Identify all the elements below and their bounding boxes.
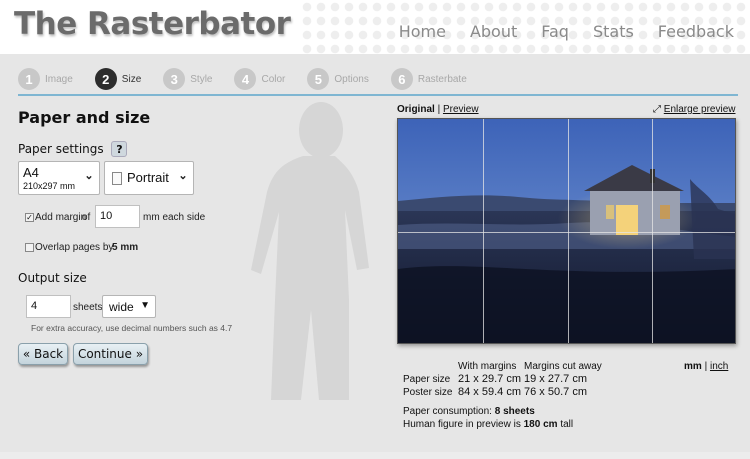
step-number: 4 [234,68,257,90]
step-options[interactable]: 5 Options [307,68,369,90]
sheets-input[interactable]: 4 [26,295,71,318]
grid-line-vertical [652,119,653,343]
direction-value: wide [109,300,134,314]
step-label: Rasterbate [417,73,467,85]
back-button[interactable]: « Back [18,343,68,365]
human-label: Human figure in preview is [403,419,521,430]
step-label: Color [261,73,286,85]
preview-mode-tabs: Original | Preview [397,104,479,115]
portrait-page-icon [112,172,122,185]
tab-preview[interactable]: Preview [443,104,479,115]
human-suffix: tall [560,419,574,430]
col-with-margins: With margins [458,361,517,372]
step-number: 1 [18,68,40,90]
step-number: 3 [163,68,186,90]
expand-icon: ⤢ [653,104,661,115]
human-silhouette-icon [251,102,369,400]
paper-size-label: Paper size [403,374,451,385]
image-preview[interactable] [397,118,736,344]
paper-settings-label: Paper settings [18,142,104,156]
consumption-value: 8 sheets [494,406,535,417]
grid-line-vertical [483,119,484,343]
of-label: of [82,212,91,223]
help-icon[interactable]: ? [111,141,128,157]
steps-divider [18,94,738,96]
paper-size-select[interactable]: A4 210x297 mm ⌄ [18,161,100,195]
paper-size-dims: 210x297 mm [23,181,76,191]
add-margin-label: Add margin [35,212,87,223]
footer-strip [0,452,750,459]
unit-switch: mm | inch [684,361,728,372]
poster-size-label: Poster size [403,387,453,398]
grid-line-horizontal [398,232,735,233]
chevron-down-icon: ⌄ [84,170,94,182]
tab-original[interactable]: Original [397,104,435,115]
nav-stats[interactable]: Stats [593,22,634,41]
unit-mm[interactable]: mm [684,361,702,372]
nav-faq[interactable]: Faq [541,22,569,41]
dropdown-arrow-icon: ▼ [140,300,150,311]
margin-input[interactable]: 10 [95,205,140,228]
nav-about[interactable]: About [470,22,517,41]
step-image[interactable]: 1 Image [18,68,73,90]
human-figure-note: Human figure in preview is 180 cm tall [403,419,573,430]
overlap-label: Overlap pages by [35,242,114,253]
step-size[interactable]: 2 Size [94,68,142,90]
wizard-steps: 1 Image 2 Size 3 Style 4 Color 5 Options… [18,65,738,93]
poster-size-with: 84 x 59.4 cm [458,386,521,398]
paper-settings-heading: Paper settings ? [18,141,128,157]
overlap-checkbox[interactable] [25,243,34,252]
consumption-label: Paper consumption: [403,406,492,417]
step-color[interactable]: 4 Color [234,68,285,90]
step-number: 6 [390,68,413,90]
col-margins-cut: Margins cut away [524,361,602,372]
add-margin-checkbox[interactable]: ✓ [25,213,34,222]
grid-line-vertical [568,119,569,343]
nav-feedback[interactable]: Feedback [658,22,734,41]
unit-inch[interactable]: inch [710,361,728,372]
step-rasterbate[interactable]: 6 Rasterbate [390,68,467,90]
step-style[interactable]: 3 Style [163,68,212,90]
tab-separator: | [437,104,441,115]
orientation-value: Portrait [127,170,169,185]
page-title: Paper and size [18,108,151,127]
overlap-value: 5 mm [112,242,139,253]
sheets-label: sheets [73,302,103,313]
step-label: Style [190,73,213,85]
human-value: 180 cm [523,419,558,430]
paper-size-cut: 19 x 27.7 cm [524,373,587,385]
paper-size-name: A4 [23,165,39,180]
header: The Rasterbator Home About Faq Stats Fee… [0,0,750,54]
step-number: 2 [94,68,117,90]
step-label: Size [121,73,142,85]
paper-size-with: 21 x 29.7 cm [458,373,521,385]
site-logo[interactable]: The Rasterbator [14,6,291,42]
enlarge-preview-label: Enlarge preview [663,104,736,115]
continue-button[interactable]: Continue » [73,343,148,365]
poster-size-cut: 76 x 50.7 cm [524,386,587,398]
chevron-down-icon: ⌄ [178,170,188,182]
unit-separator: | [704,361,708,372]
margin-unit-label: mm each side [143,212,206,223]
orientation-select[interactable]: Portrait ⌄ [104,161,194,195]
output-size-heading: Output size [18,271,87,285]
nav-home[interactable]: Home [399,22,446,41]
step-label: Options [334,73,369,85]
direction-select[interactable]: wide ▼ [102,295,156,318]
enlarge-preview-link[interactable]: ⤢ Enlarge preview [653,104,736,115]
step-number: 5 [307,68,330,90]
paper-consumption: Paper consumption: 8 sheets [403,406,535,417]
accuracy-note: For extra accuracy, use decimal numbers … [31,323,233,333]
main-nav: Home About Faq Stats Feedback [375,22,734,41]
step-label: Image [45,73,73,85]
